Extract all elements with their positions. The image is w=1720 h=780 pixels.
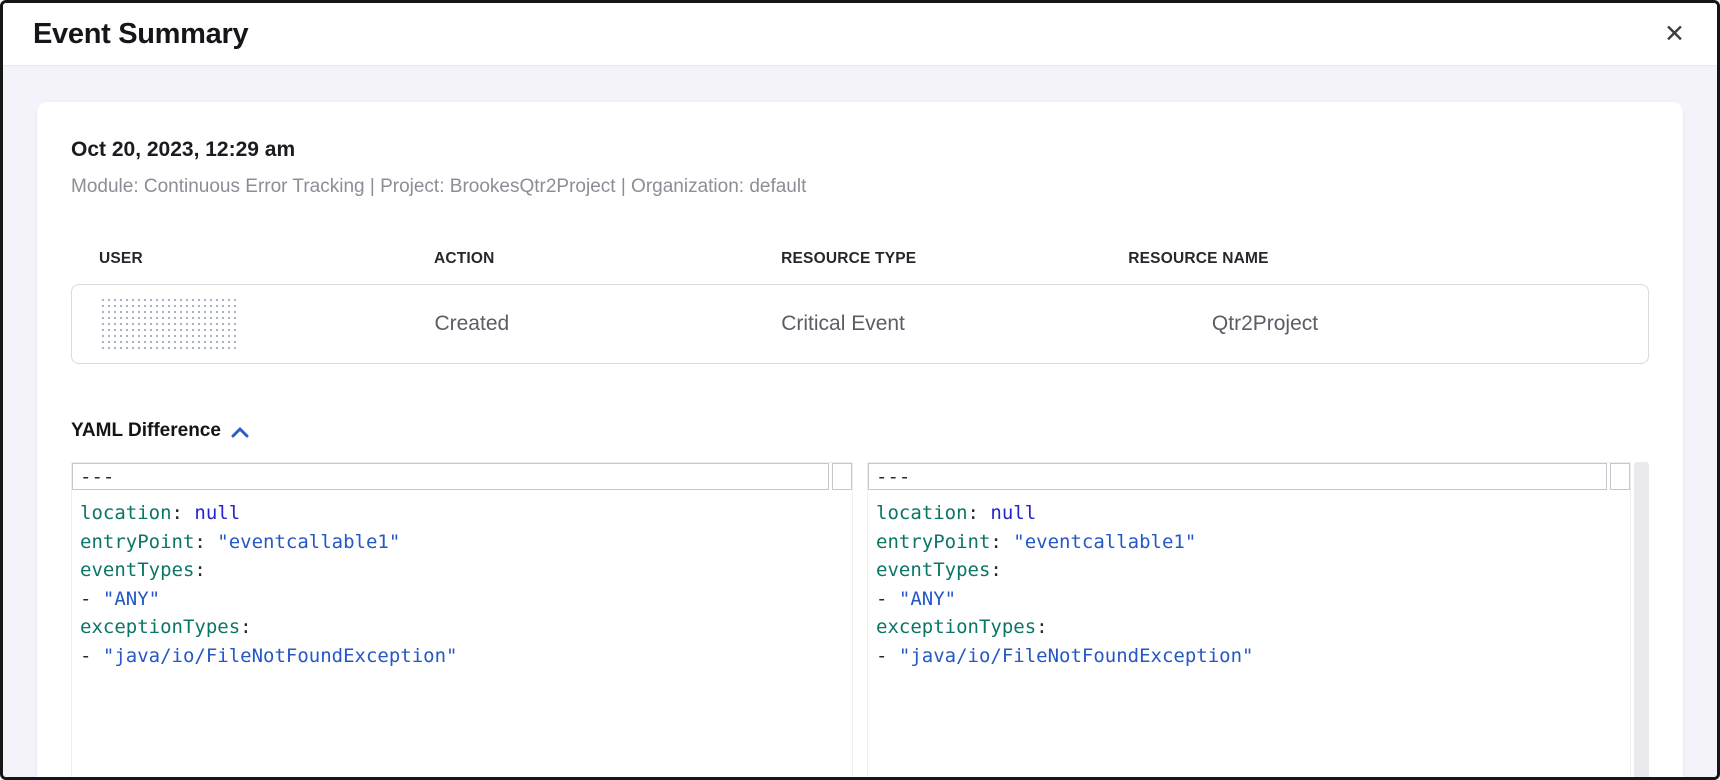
yaml-panel-left[interactable]: --- location: nullentryPoint: "eventcall… (71, 462, 853, 777)
vertical-scrollbar[interactable] (1634, 462, 1649, 777)
panel-topbar: --- (72, 463, 852, 490)
code-first-line: --- (868, 463, 1607, 490)
code-first-line: --- (72, 463, 829, 490)
modal-header: Event Summary ✕ (3, 3, 1717, 66)
close-button[interactable]: ✕ (1662, 18, 1687, 51)
yaml-panel-right[interactable]: --- location: nullentryPoint: "eventcall… (867, 462, 1631, 777)
table-row: Created Critical Event Qtr2Project (71, 284, 1649, 364)
column-header-action: ACTION (434, 250, 781, 268)
user-cell (72, 297, 434, 351)
column-header-user: USER (71, 250, 434, 268)
modal-body: Oct 20, 2023, 12:29 am Module: Continuou… (3, 66, 1717, 777)
redacted-user-avatar (100, 297, 236, 351)
resource-type-cell: Critical Event (781, 312, 1128, 336)
yaml-panel-left-wrap: --- location: nullentryPoint: "eventcall… (71, 462, 853, 777)
scrollbar-corner[interactable] (832, 463, 852, 490)
yaml-difference-label: YAML Difference (71, 420, 221, 442)
modal-title: Event Summary (33, 18, 248, 51)
scrollbar-corner[interactable] (1610, 463, 1630, 490)
action-cell: Created (434, 312, 781, 336)
event-meta: Module: Continuous Error Tracking | Proj… (71, 176, 1649, 198)
event-summary-modal: Event Summary ✕ Oct 20, 2023, 12:29 am M… (0, 0, 1720, 780)
close-icon: ✕ (1664, 20, 1685, 48)
resource-name-cell: Qtr2Project (1128, 312, 1648, 336)
panel-topbar: --- (868, 463, 1630, 490)
chevron-up-icon (231, 427, 249, 438)
event-table: USER ACTION RESOURCE TYPE RESOURCE NAME … (71, 250, 1649, 364)
yaml-diff-container: --- location: nullentryPoint: "eventcall… (71, 462, 1649, 777)
yaml-difference-toggle[interactable]: YAML Difference (71, 420, 249, 442)
event-card: Oct 20, 2023, 12:29 am Module: Continuou… (37, 102, 1683, 777)
code-body: location: nullentryPoint: "eventcallable… (868, 490, 1630, 679)
table-header-row: USER ACTION RESOURCE TYPE RESOURCE NAME (71, 250, 1649, 268)
code-body: location: nullentryPoint: "eventcallable… (72, 490, 852, 679)
column-header-resource-type: RESOURCE TYPE (781, 250, 1128, 268)
event-timestamp: Oct 20, 2023, 12:29 am (71, 138, 1649, 162)
column-header-resource-name: RESOURCE NAME (1128, 250, 1649, 268)
yaml-panel-right-wrap: --- location: nullentryPoint: "eventcall… (867, 462, 1649, 777)
